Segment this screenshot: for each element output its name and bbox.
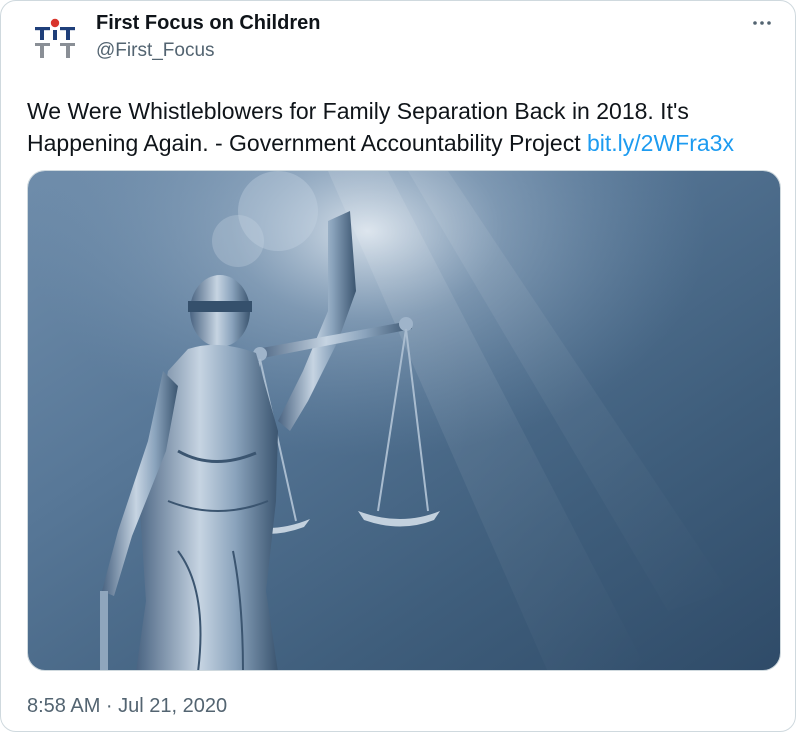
ellipsis-icon[interactable] xyxy=(749,11,775,35)
tweet-link[interactable]: bit.ly/2WFra3x xyxy=(587,130,734,156)
tweet-card: First Focus on Children @First_Focus We … xyxy=(0,0,796,732)
lady-justice-scales-image[interactable] xyxy=(27,170,781,671)
author-name[interactable]: First Focus on Children xyxy=(96,12,320,35)
tweet-timestamp[interactable]: 8:58 AM · Jul 21, 2020 xyxy=(27,695,227,718)
author-handle[interactable]: @First_Focus xyxy=(96,40,215,62)
tweet-text: We Were Whistleblowers for Family Separa… xyxy=(27,95,777,159)
first-focus-logo-icon[interactable] xyxy=(31,15,79,63)
